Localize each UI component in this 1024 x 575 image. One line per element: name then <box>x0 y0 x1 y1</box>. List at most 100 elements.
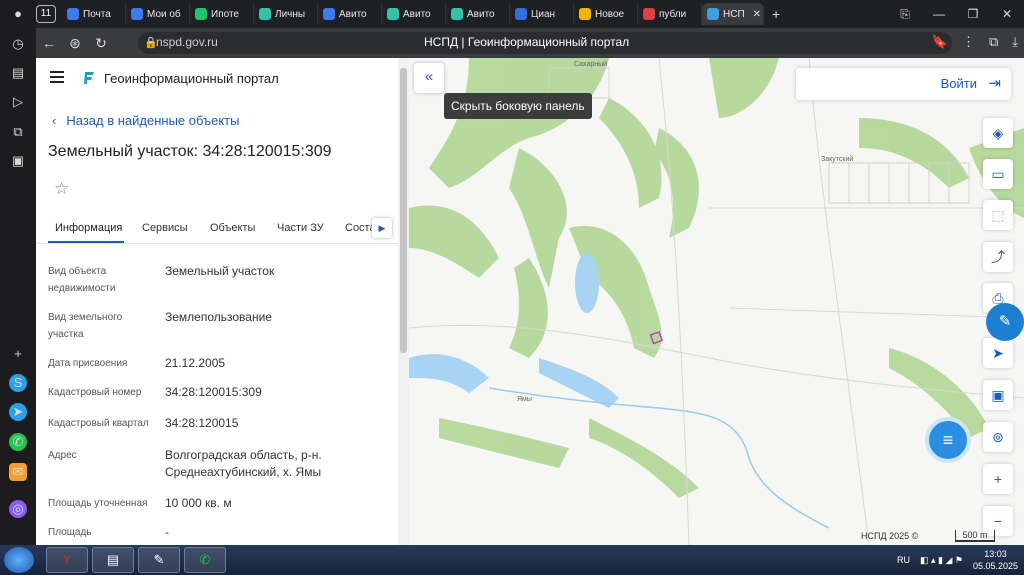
url-text[interactable]: nspd.gov.ru <box>156 35 218 49</box>
browser-tab[interactable]: Авито <box>318 3 382 25</box>
zoom-in-button[interactable]: + <box>983 464 1013 494</box>
browser-tab[interactable]: Личны <box>254 3 318 25</box>
protect-icon[interactable]: ⊛ <box>62 35 88 52</box>
browser-tab[interactable]: Авито <box>382 3 446 25</box>
info-label: Кадастровый номер <box>48 387 142 398</box>
close-window-icon[interactable]: ✕ <box>990 7 1024 21</box>
bookmarks-panel-icon[interactable]: ⎘ <box>888 7 922 22</box>
browser-tab[interactable]: публи <box>638 3 702 25</box>
tabs-icon[interactable]: ⧉ <box>9 123 27 141</box>
browser-tab[interactable]: Новое <box>574 3 638 25</box>
back-to-results-link[interactable]: ‹ Назад в найденные объекты <box>52 113 239 128</box>
start-button[interactable] <box>4 547 34 573</box>
tab-count-button[interactable]: 11 <box>36 5 56 23</box>
locate-button[interactable]: ➤ <box>983 338 1013 368</box>
map-label-yamy: Ямы <box>517 396 532 403</box>
collapse-panel-button[interactable]: « <box>414 63 444 93</box>
telegram-icon[interactable]: ➤ <box>9 403 27 421</box>
tray-icons[interactable]: ◧ ▴ ▮ ◢ ⚑ <box>920 555 963 566</box>
new-tab-icon[interactable]: + <box>772 6 780 22</box>
maximize-icon[interactable]: ❐ <box>956 7 990 21</box>
more-icon[interactable]: ⋮ <box>962 34 975 50</box>
close-tab-icon[interactable]: ✕ <box>753 9 761 20</box>
whatsapp-taskbar-icon[interactable]: ✆ <box>184 547 226 573</box>
info-value[interactable]: 34:28:120015:309 <box>165 384 385 401</box>
tab-favicon-icon <box>195 8 207 20</box>
info-value[interactable]: 10 000 кв. м <box>165 495 385 512</box>
info-label: Площадь <box>48 527 92 538</box>
paint-icon[interactable]: ✎ <box>138 547 180 573</box>
info-value[interactable]: 21.12.2005 <box>165 355 385 372</box>
mail-app-icon[interactable]: ✉ <box>9 463 27 481</box>
ruler-button[interactable]: ▭ <box>983 159 1013 189</box>
minimize-icon[interactable]: — <box>922 7 956 21</box>
date: 05.05.2025 <box>972 561 1018 571</box>
chevron-left-icon: ‹ <box>52 113 57 128</box>
minimap-button[interactable]: ▣ <box>983 380 1013 410</box>
info-value[interactable]: Землепользование <box>165 309 385 326</box>
tab-objects[interactable]: Объекты <box>210 222 255 234</box>
tab-services[interactable]: Сервисы <box>142 222 188 234</box>
yandex-browser-icon[interactable]: Y <box>46 547 88 573</box>
page-title: НСПД | Геоинформационный портал <box>424 35 630 49</box>
menu-icon[interactable] <box>50 71 64 86</box>
info-value[interactable]: Земельный участок <box>165 263 385 280</box>
history-icon[interactable]: ◷ <box>9 35 27 53</box>
tab-favicon-icon <box>323 8 335 20</box>
browser-tab[interactable]: НСП ✕ <box>702 3 764 25</box>
alice-icon[interactable]: ◎ <box>9 500 27 518</box>
bookmark-icon[interactable]: 🔖 <box>932 34 948 50</box>
browser-tab[interactable]: Авито <box>446 3 510 25</box>
browser-tab[interactable]: Ипоте <box>190 3 254 25</box>
info-tabs: Информация Сервисы Объекты Части ЗУ Сост… <box>36 210 398 244</box>
whatsapp-icon[interactable]: ✆ <box>9 433 27 451</box>
login-icon: ⇥ <box>988 75 1001 92</box>
system-tray: RU ◧ ▴ ▮ ◢ ⚑ 13:03 05.05.2025 <box>897 547 1018 573</box>
video-icon[interactable]: ▷ <box>9 93 27 111</box>
gallery-icon[interactable]: ▣ <box>9 152 27 170</box>
add-icon[interactable]: + <box>9 345 27 363</box>
assistant-icon[interactable]: ✎ <box>986 303 1024 341</box>
browser-tab[interactable]: Почта <box>62 3 126 25</box>
map-label-zakutsky: Закутский <box>821 156 854 163</box>
download-icon[interactable]: ⤓ <box>1012 34 1018 50</box>
layers-button[interactable]: ◈ <box>983 118 1013 148</box>
copyright-text: НСПД 2025 © <box>861 531 919 541</box>
tab-label: Мои об <box>147 8 181 20</box>
chat-button[interactable]: ≡ <box>925 417 971 463</box>
back-label: Назад в найденные объекты <box>66 113 240 128</box>
reload-icon[interactable]: ↻ <box>88 35 114 52</box>
tab-parts[interactable]: Части ЗУ <box>277 222 324 234</box>
skype-icon[interactable]: S <box>9 374 27 392</box>
language-indicator[interactable]: RU <box>897 555 910 565</box>
area-select-button[interactable]: ⬚ <box>983 200 1013 230</box>
tab-composition[interactable]: Соста <box>345 222 376 234</box>
tabs-scroll-right-button[interactable]: ▶ <box>372 218 392 238</box>
tab-favicon-icon <box>451 8 463 20</box>
share-button[interactable]: ⤴ <box>983 242 1013 272</box>
back-icon[interactable]: ← <box>36 35 62 51</box>
info-value[interactable]: 34:28:120015 <box>165 415 385 432</box>
map-view[interactable]: Сахарный Закутский Ямы « Скрыть боковую … <box>409 58 1024 545</box>
tab-information[interactable]: Информация <box>55 222 122 234</box>
info-label: Дата присвоения <box>48 358 128 369</box>
geo-search-button[interactable]: ⊚ <box>983 422 1013 452</box>
login-button[interactable]: Войти ⇥ <box>796 68 1011 100</box>
info-value[interactable]: Волгоградская область, р-н. Среднеахтуби… <box>165 447 385 481</box>
favorite-star-icon[interactable]: ☆ <box>54 179 69 199</box>
window-controls: ⎘ — ❐ ✕ <box>888 0 1024 28</box>
side-panel-scrollbar[interactable] <box>398 58 409 545</box>
info-label: Кадастровый квартал <box>48 418 149 429</box>
tab-label: Новое <box>595 8 625 20</box>
browser-tab[interactable]: Мои об <box>126 3 190 25</box>
file-explorer-icon[interactable]: ▤ <box>92 547 134 573</box>
tab-label: НСП <box>723 8 745 20</box>
browser-tab[interactable]: Циан <box>510 3 574 25</box>
extensions-icon[interactable]: ⧉ <box>989 34 998 50</box>
info-value[interactable]: - <box>165 524 385 541</box>
object-side-panel: Геоинформационный портал ‹ Назад в найден… <box>36 58 398 545</box>
clock[interactable]: 13:03 05.05.2025 <box>973 548 1018 572</box>
collections-icon[interactable]: ▤ <box>9 64 27 82</box>
info-label: Вид земельного участка <box>48 312 123 340</box>
yandex-logo-icon[interactable]: ● <box>9 5 27 23</box>
